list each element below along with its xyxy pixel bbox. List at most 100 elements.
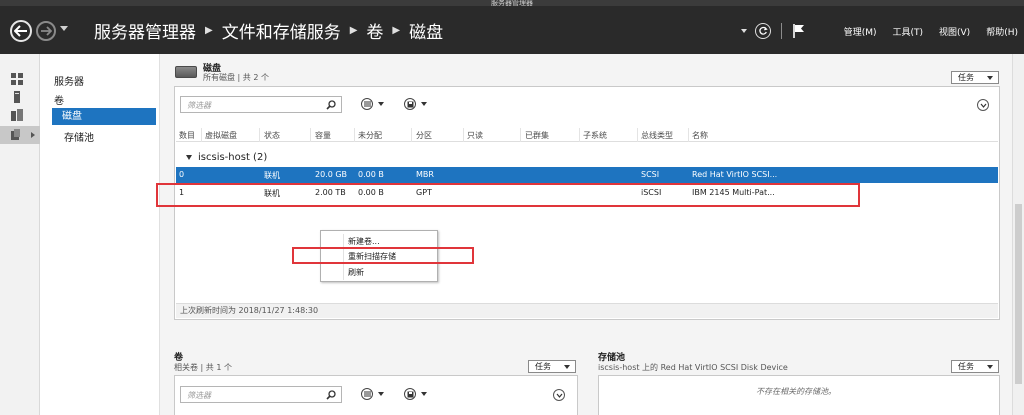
column-header-unallocated[interactable]: 未分配 (358, 130, 382, 141)
cell-capacity: 20.0 GB (315, 170, 348, 179)
nav-item-storage-pools[interactable]: 存储池 (64, 129, 94, 144)
list-lines-icon (363, 101, 371, 107)
breadcrumb-item-server-manager[interactable]: 服务器管理器 (94, 18, 196, 43)
collapse-group-icon (186, 155, 192, 160)
breadcrumb-item-volumes[interactable]: 卷 (366, 18, 383, 43)
disks-tasks-label: 任务 (958, 73, 974, 82)
context-menu-refresh[interactable]: 刷新 (348, 267, 364, 278)
all-servers-icon[interactable] (10, 108, 24, 122)
cell-unallocated: 0.00 B (358, 170, 384, 179)
column-header-status[interactable]: 状态 (264, 130, 280, 141)
column-divider (463, 128, 464, 142)
column-divider (354, 128, 355, 142)
dropdown-arrow-icon (421, 392, 427, 396)
column-divider (688, 128, 689, 142)
refresh-dropdown-icon[interactable] (740, 29, 747, 33)
annotation-highlight-rescan (292, 247, 474, 264)
volumes-save-query-button[interactable] (404, 388, 427, 400)
nav-item-disks[interactable]: 磁盘 (52, 108, 156, 125)
group-label: iscsis-host (2) (198, 152, 268, 163)
group-header-iscsis-host[interactable]: iscsis-host (2) (186, 152, 267, 163)
breadcrumb: 服务器管理器 ▶ 文件和存储服务 ▶ 卷 ▶ 磁盘 (94, 16, 443, 44)
table-row[interactable]: 0 联机 20.0 GB 0.00 B MBR SCSI Red Hat Vir… (176, 167, 998, 183)
scrollbar-thumb[interactable] (1015, 204, 1022, 384)
search-icon[interactable] (326, 390, 336, 400)
volumes-tasks-button[interactable]: 任务 (528, 360, 576, 373)
filter-placeholder: 筛选器 (187, 391, 211, 400)
nav-item-servers[interactable]: 服务器 (54, 73, 84, 88)
dashboard-icon[interactable] (10, 72, 24, 86)
annotation-highlight-row (156, 183, 860, 207)
cell-bus-type: SCSI (641, 170, 660, 179)
vertical-scrollbar[interactable] (1012, 54, 1024, 415)
context-menu-new-volume[interactable]: 新建卷... (348, 236, 380, 247)
column-divider (310, 128, 311, 142)
search-icon[interactable] (326, 100, 336, 110)
collapse-panel-icon[interactable] (977, 99, 989, 111)
column-header-readonly[interactable]: 只读 (467, 130, 483, 141)
file-storage-icon[interactable] (10, 128, 24, 142)
cell-status: 联机 (264, 171, 280, 180)
column-header-capacity[interactable]: 容量 (315, 130, 331, 141)
chevron-down-icon (556, 393, 562, 398)
storage-pool-tasks-label: 任务 (958, 362, 974, 371)
header-actions: 管理(M) 工具(T) 视图(V) 帮助(H) (740, 20, 1018, 42)
cell-number: 0 (179, 170, 185, 179)
chevron-down-icon (980, 103, 986, 108)
refresh-arrows-icon (758, 26, 768, 35)
filter-options-button[interactable] (361, 98, 384, 110)
arrow-right-icon (41, 26, 52, 36)
breadcrumb-separator-icon: ▶ (205, 24, 213, 36)
cell-name: Red Hat VirtIO SCSI... (692, 170, 778, 179)
forward-button[interactable] (36, 21, 56, 41)
history-dropdown-icon[interactable] (60, 26, 68, 31)
volumes-filter-input[interactable]: 筛选器 (180, 386, 342, 403)
menu-view[interactable]: 视图(V) (939, 25, 970, 38)
dropdown-arrow-icon (378, 392, 384, 396)
save-query-button[interactable] (404, 98, 427, 110)
navigation-pane: 服务器 卷 磁盘 存储池 (40, 54, 160, 415)
volumes-filter-options-button[interactable] (361, 388, 384, 400)
server-manager-window: 服务器管理器 服务器管理器 ▶ 文件和存储服务 ▶ 卷 ▶ 磁盘 管理(M) 工… (0, 0, 1024, 415)
disks-tasks-button[interactable]: 任务 (951, 71, 999, 84)
rail-expand-arrow-icon[interactable] (30, 131, 36, 139)
column-header-clustered[interactable]: 已群集 (525, 130, 549, 141)
column-divider (637, 128, 638, 142)
notifications-flag-icon[interactable] (792, 23, 806, 39)
breadcrumb-separator-icon: ▶ (392, 24, 401, 36)
menu-help[interactable]: 帮助(H) (986, 25, 1018, 38)
volumes-section-subtitle: 相关卷 | 共 1 个 (174, 363, 232, 372)
back-button[interactable] (10, 20, 32, 42)
column-divider (520, 128, 521, 142)
column-divider (259, 128, 260, 142)
column-header-number[interactable]: 数目 (179, 130, 195, 141)
dropdown-arrow-icon (564, 365, 570, 369)
disk-drive-icon (175, 66, 197, 78)
breadcrumb-item-file-storage[interactable]: 文件和存储服务 (222, 18, 341, 43)
last-refresh-status: 上次刷新时间为 2018/11/27 1:48:30 (176, 303, 998, 318)
disks-filter-input[interactable]: 筛选器 (180, 96, 342, 113)
disks-section-subtitle: 所有磁盘 | 共 2 个 (203, 73, 269, 82)
local-server-icon[interactable] (10, 90, 24, 104)
volumes-collapse-icon[interactable] (553, 389, 565, 401)
storage-pool-section-subtitle: iscsis-host 上的 Red Hat VirtIO SCSI Disk … (598, 363, 788, 372)
column-divider (579, 128, 580, 142)
list-options-icon (361, 98, 373, 110)
storage-pool-empty-message: 不存在相关的存储池。 (756, 387, 836, 396)
refresh-icon[interactable] (754, 23, 771, 39)
cell-partition: MBR (416, 170, 434, 179)
list-options-icon (361, 388, 373, 400)
menu-tools[interactable]: 工具(T) (892, 25, 923, 38)
column-header-bus-type[interactable]: 总线类型 (641, 130, 673, 141)
breadcrumb-item-disks[interactable]: 磁盘 (409, 18, 443, 43)
column-header-name[interactable]: 名称 (692, 130, 708, 141)
column-header-subsystem[interactable]: 子系统 (583, 130, 607, 141)
column-header-virtual-disk[interactable]: 虚拟磁盘 (205, 130, 237, 141)
storage-pool-tasks-button[interactable]: 任务 (951, 360, 999, 373)
nav-item-volumes[interactable]: 卷 (54, 92, 64, 107)
column-header-partition[interactable]: 分区 (416, 130, 432, 141)
column-divider (411, 128, 412, 142)
header-divider (780, 23, 782, 39)
dropdown-arrow-icon (987, 365, 993, 369)
menu-manage[interactable]: 管理(M) (844, 25, 877, 38)
